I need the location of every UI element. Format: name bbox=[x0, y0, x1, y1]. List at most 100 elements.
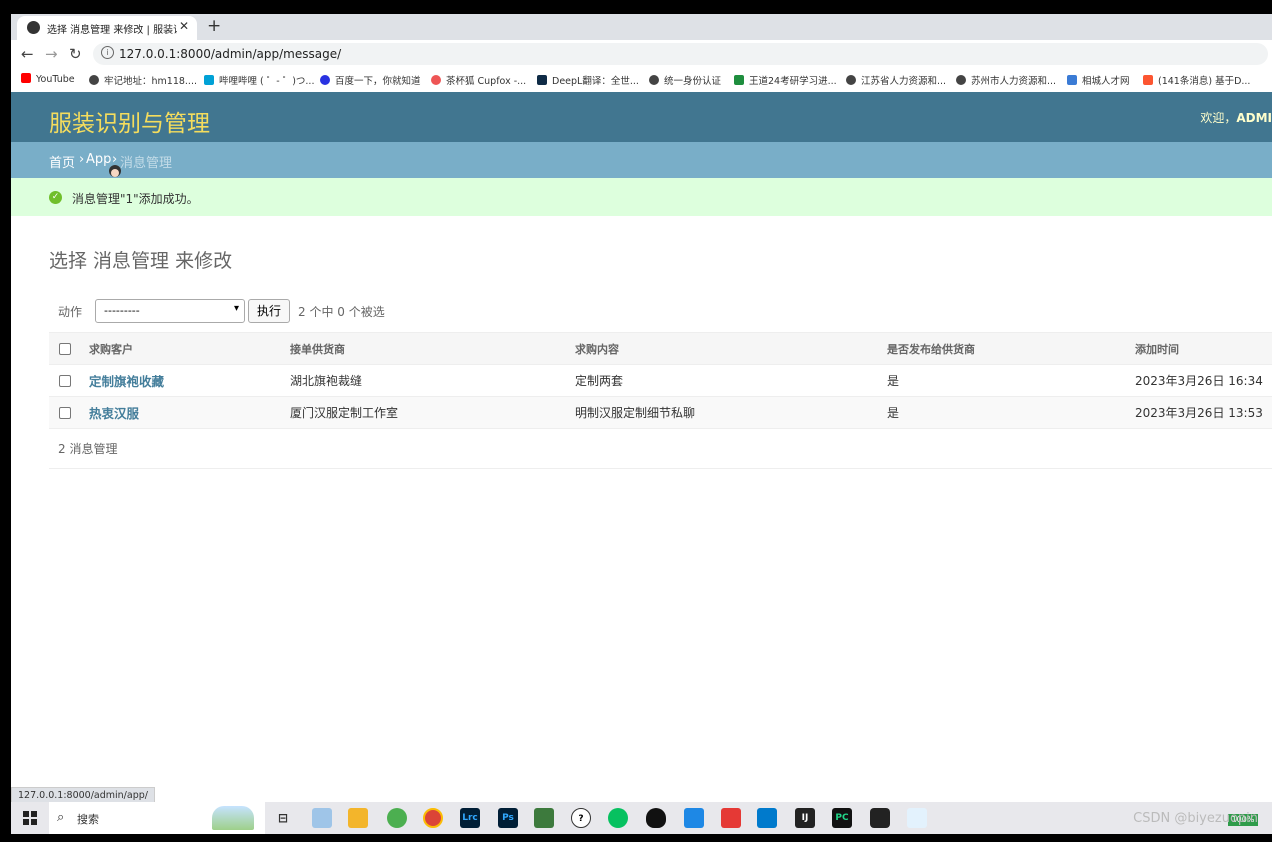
breadcrumb-current: 消息管理 bbox=[120, 156, 173, 171]
watermark: CSDN @biyezuopin bbox=[1133, 811, 1258, 826]
sheet-icon bbox=[734, 75, 744, 85]
bookmark-csdn[interactable]: (141条消息) 基于D... bbox=[1143, 73, 1250, 87]
action-select[interactable]: --------- ▾ bbox=[95, 299, 245, 323]
pycharm-icon[interactable]: PC bbox=[832, 808, 852, 828]
url-text: 127.0.0.1:8000/admin/app/message/ bbox=[119, 47, 342, 61]
search-icon: ⌕ bbox=[57, 810, 65, 825]
browser-icon[interactable] bbox=[387, 808, 407, 828]
execute-button[interactable]: 执行 bbox=[248, 299, 290, 323]
table-row: 定制旗袍收藏 湖北旗袍裁缝 定制两套 是 2023年3月26日 16:34 bbox=[49, 364, 1272, 397]
customer-link[interactable]: 热衷汉服 bbox=[89, 406, 139, 421]
search-placeholder: 搜索 bbox=[77, 813, 99, 826]
bookmark-item[interactable]: 苏州市人力资源和... bbox=[956, 73, 1056, 87]
bookmark-item[interactable]: 王道24考研学习进... bbox=[734, 73, 837, 87]
chevron-down-icon: ▾ bbox=[233, 303, 239, 314]
app-icon[interactable]: ? bbox=[571, 808, 591, 828]
search-highlight-icon bbox=[212, 806, 254, 830]
app-icon[interactable] bbox=[312, 808, 332, 828]
column-header[interactable]: 接单供货商 bbox=[290, 332, 575, 365]
address-bar[interactable]: i 127.0.0.1:8000/admin/app/message/ bbox=[93, 43, 1268, 65]
wechat-icon[interactable] bbox=[608, 808, 628, 828]
reload-icon[interactable]: ↻ bbox=[69, 45, 82, 63]
customer-link[interactable]: 定制旗袍收藏 bbox=[89, 374, 164, 389]
bookmark-bilibili[interactable]: 哔哩哔哩 ( ゜- ゜)つ... bbox=[204, 73, 314, 87]
bookmark-item[interactable]: 江苏省人力资源和... bbox=[846, 73, 946, 87]
diamond-icon bbox=[1067, 75, 1077, 85]
bookmark-item[interactable]: 相城人才网 bbox=[1067, 73, 1130, 87]
column-header[interactable]: 是否发布给供货商 bbox=[887, 332, 1135, 365]
bookmark-label: 江苏省人力资源和... bbox=[861, 76, 947, 87]
app-icon[interactable] bbox=[684, 808, 704, 828]
info-icon[interactable]: i bbox=[101, 46, 114, 59]
app-icon[interactable] bbox=[721, 808, 741, 828]
bookmark-label: 百度一下，你就知道 bbox=[335, 76, 421, 87]
select-all-checkbox[interactable] bbox=[59, 343, 71, 355]
new-tab-button[interactable]: + bbox=[207, 16, 221, 36]
cursor-avatar-icon bbox=[109, 165, 121, 177]
forward-arrow-icon[interactable]: → bbox=[45, 45, 58, 63]
bookmarks-bar: YouTube 牢记地址：hm118.... 哔哩哔哩 ( ゜- ゜)つ... … bbox=[11, 68, 1272, 93]
bookmark-label: 茶杯狐 Cupfox -... bbox=[446, 76, 527, 87]
table-header-row: 求购客户 接单供货商 求购内容 是否发布给供货商 添加时间 bbox=[49, 332, 1272, 365]
row-checkbox[interactable] bbox=[59, 375, 71, 387]
globe-icon bbox=[956, 75, 966, 85]
breadcrumb-home[interactable]: 首页 bbox=[49, 152, 75, 171]
intellij-icon[interactable]: IJ bbox=[795, 808, 815, 828]
tab-strip: 选择 消息管理 来修改 | 服装识别与管理 ✕ + bbox=[11, 14, 1272, 40]
lightroom-icon[interactable]: Lrc bbox=[460, 808, 480, 828]
globe-icon bbox=[846, 75, 856, 85]
task-view-icon[interactable]: ⊟ bbox=[273, 808, 293, 828]
cupfox-icon bbox=[431, 75, 441, 85]
bookmark-baidu[interactable]: 百度一下，你就知道 bbox=[320, 73, 421, 87]
vscode-icon[interactable] bbox=[757, 808, 777, 828]
bookmark-deepl[interactable]: DeepL翻译：全世... bbox=[537, 73, 639, 87]
app-icon[interactable] bbox=[870, 808, 890, 828]
back-arrow-icon[interactable]: ← bbox=[21, 45, 34, 63]
bookmark-label: DeepL翻译：全世... bbox=[552, 76, 639, 87]
column-header[interactable]: 求购内容 bbox=[575, 332, 887, 365]
close-tab-icon[interactable]: ✕ bbox=[179, 19, 189, 33]
row-select-cell bbox=[49, 364, 89, 397]
tab-title: 选择 消息管理 来修改 | 服装识别与管理 bbox=[47, 25, 177, 36]
paginator: 2 消息管理 bbox=[49, 440, 1272, 469]
app-icon[interactable] bbox=[907, 808, 927, 828]
row-checkbox[interactable] bbox=[59, 407, 71, 419]
selection-counter: 2 个中 0 个被选 bbox=[298, 305, 385, 319]
supplier-cell: 厦门汉服定制工作室 bbox=[290, 396, 575, 429]
bookmark-item[interactable]: 牢记地址：hm118.... bbox=[89, 73, 197, 87]
check-circle-icon: ✓ bbox=[49, 191, 62, 204]
bookmark-youtube[interactable]: YouTube bbox=[21, 73, 75, 85]
column-header[interactable]: 求购客户 bbox=[89, 332, 290, 365]
bookmark-cupfox[interactable]: 茶杯狐 Cupfox -... bbox=[431, 73, 526, 87]
taskbar-search[interactable]: ⌕ 搜索 bbox=[49, 802, 265, 834]
site-header: 服装识别与管理 欢迎，ADMI bbox=[11, 92, 1272, 142]
file-explorer-icon[interactable] bbox=[348, 808, 368, 828]
column-header[interactable]: 添加时间 bbox=[1135, 332, 1272, 365]
bookmark-item[interactable]: 统一身份认证 bbox=[649, 73, 721, 87]
browser-tab[interactable]: 选择 消息管理 来修改 | 服装识别与管理 ✕ bbox=[17, 16, 197, 40]
taskbar: ⌕ 搜索 ⊟ Lrc Ps ? IJ PC 100% CSDN @biyezuo… bbox=[11, 802, 1272, 834]
bookmark-label: 相城人才网 bbox=[1082, 76, 1130, 87]
site-brand[interactable]: 服装识别与管理 bbox=[49, 104, 210, 138]
success-message: ✓ 消息管理"1"添加成功。 bbox=[11, 178, 1272, 216]
csdn-icon bbox=[1143, 75, 1153, 85]
qq-icon[interactable] bbox=[646, 808, 666, 828]
result-list: 求购客户 接单供货商 求购内容 是否发布给供货商 添加时间 定制旗袍收藏 湖北旗… bbox=[49, 332, 1272, 429]
breadcrumb: 首页 › App › 消息管理 bbox=[11, 142, 1272, 178]
published-cell: 是 bbox=[887, 364, 1135, 397]
photoshop-icon[interactable]: Ps bbox=[498, 808, 518, 828]
bookmark-label: 牢记地址：hm118.... bbox=[104, 76, 197, 87]
browser-toolbar: ← → ↻ i 127.0.0.1:8000/admin/app/message… bbox=[11, 40, 1272, 68]
bookmark-label: 苏州市人力资源和... bbox=[971, 76, 1057, 87]
customer-cell: 定制旗袍收藏 bbox=[89, 364, 290, 397]
page-title: 选择 消息管理 来修改 bbox=[49, 250, 233, 272]
action-label: 动作 bbox=[58, 305, 83, 319]
paginator-text: 2 消息管理 bbox=[58, 442, 118, 456]
bookmark-label: (141条消息) 基于D... bbox=[1158, 76, 1251, 87]
app-icon[interactable] bbox=[534, 808, 554, 828]
bookmark-label: 哔哩哔哩 ( ゜- ゜)つ... bbox=[219, 76, 315, 87]
chrome-icon[interactable] bbox=[423, 808, 443, 828]
added-time-cell: 2023年3月26日 16:34 bbox=[1135, 364, 1272, 397]
user-tools: 欢迎，ADMI bbox=[1200, 109, 1272, 126]
windows-start-icon[interactable] bbox=[23, 811, 37, 825]
